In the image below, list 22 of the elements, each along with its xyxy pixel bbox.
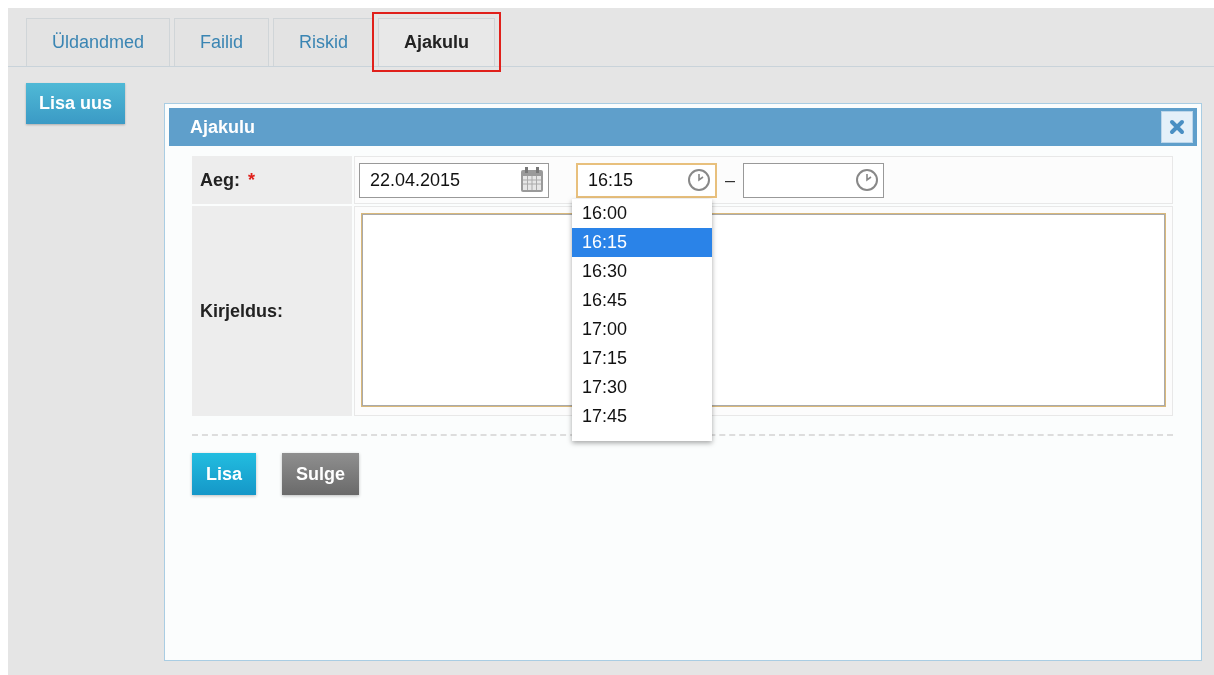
- field-label: Kirjeldus:: [200, 299, 283, 323]
- close-button[interactable]: [1161, 111, 1193, 143]
- close-icon: [1169, 119, 1185, 135]
- clock-icon: [855, 168, 879, 192]
- time-option[interactable]: 17:00: [572, 315, 712, 344]
- end-time-field[interactable]: [743, 162, 884, 198]
- time-option[interactable]: 17:45: [572, 402, 712, 431]
- start-time-field[interactable]: 16:15: [576, 162, 717, 198]
- time-option[interactable]: 16:15: [572, 228, 712, 257]
- dialog-title: Ajakulu: [190, 115, 255, 139]
- field-label: Aeg:: [200, 168, 240, 192]
- date-field[interactable]: 22.04.2015: [359, 162, 549, 198]
- required-mark: *: [248, 168, 255, 192]
- time-option[interactable]: 16:00: [572, 199, 712, 228]
- clock-icon: [687, 168, 711, 192]
- calendar-icon: [520, 167, 544, 193]
- time-option[interactable]: 17:15: [572, 344, 712, 373]
- time-option[interactable]: 16:45: [572, 286, 712, 315]
- range-separator: –: [725, 168, 735, 192]
- time-option[interactable]: 17:30: [572, 373, 712, 402]
- close-dialog-button[interactable]: Sulge: [282, 453, 360, 495]
- time-option[interactable]: 16:30: [572, 257, 712, 286]
